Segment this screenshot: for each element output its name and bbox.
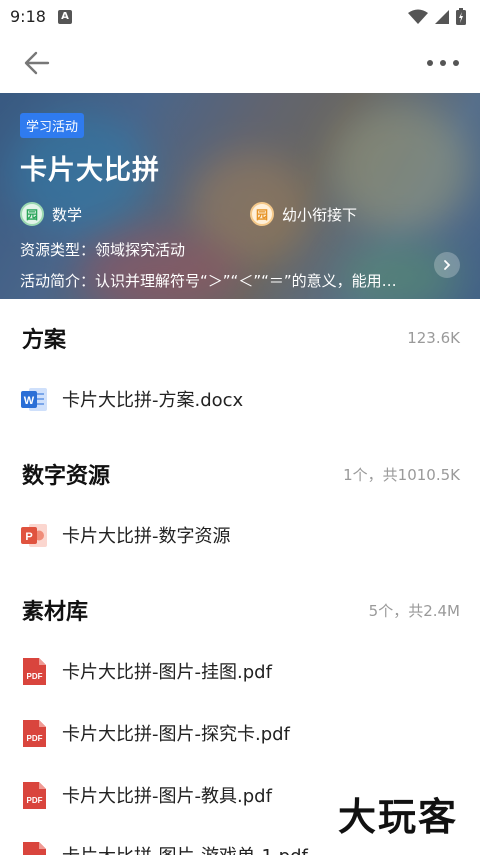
arrow-left-icon (24, 51, 50, 75)
resource-type: 资源类型：领域探究活动 (20, 241, 186, 259)
status-time: 9:18 (10, 7, 46, 26)
svg-text:PDF: PDF (27, 672, 43, 681)
file-name: 卡片大比拼-方案.docx (62, 390, 244, 411)
expand-intro-button[interactable] (434, 252, 460, 278)
pdf-icon: PDF (20, 657, 49, 686)
file-name: 卡片大比拼-图片-挂图.pdf (62, 662, 272, 683)
pdf-icon: PDF (20, 781, 49, 810)
notification-icon: A (57, 9, 72, 24)
section-size: 123.6K (407, 329, 460, 347)
file-name: 卡片大比拼-图片-探究卡.pdf (62, 724, 290, 745)
status-bar: 9:18 A (0, 0, 480, 33)
section-title: 数字资源 (22, 464, 111, 489)
ppt-icon: P (20, 521, 49, 550)
file-row[interactable]: PDF 卡片大比拼-图片-探究卡.pdf (20, 713, 460, 753)
stage-label: 幼小衔接下 (282, 205, 358, 224)
section-digital-header: 数字资源 1个，共1010.5K (22, 457, 460, 491)
more-menu-button[interactable] (426, 46, 460, 80)
svg-text:PDF: PDF (27, 796, 43, 805)
file-name: 卡片大比拼-图片-教具.pdf (62, 786, 272, 807)
subject-icon: 园 (20, 202, 44, 226)
section-title: 素材库 (22, 600, 89, 625)
stage-icon: 园 (250, 202, 274, 226)
section-title: 方案 (22, 328, 67, 353)
activity-banner: 学习活动 卡片大比拼 园 数学 园 幼小衔接下 资源类型：领域探究活动 活动简介… (0, 93, 480, 299)
activity-title: 卡片大比拼 (20, 155, 160, 186)
section-size: 1个，共1010.5K (343, 465, 460, 484)
svg-text:PDF: PDF (27, 734, 43, 743)
chevron-right-icon (444, 260, 451, 270)
watermark-logo: 大玩客 (337, 794, 458, 839)
meta-row: 园 数学 园 幼小衔接下 (20, 201, 460, 227)
subject-label: 数学 (52, 205, 83, 224)
file-name: 卡片大比拼-数字资源 (62, 526, 231, 547)
back-button[interactable] (20, 46, 54, 80)
battery-icon (456, 8, 466, 25)
file-name: 卡片大比拼-图片-游戏单-1.pdf (62, 842, 308, 855)
more-dots-icon (427, 60, 459, 66)
file-row[interactable]: PDF 卡片大比拼-图片-挂图.pdf (20, 651, 460, 691)
signal-icon (435, 9, 449, 24)
stage-meta: 园 幼小衔接下 (250, 202, 357, 226)
banner-content: 学习活动 卡片大比拼 园 数学 园 幼小衔接下 资源类型：领域探究活动 活动简介… (0, 93, 480, 299)
pdf-icon: PDF (20, 719, 49, 748)
category-tag: 学习活动 (20, 113, 85, 138)
section-materials-header: 素材库 5个，共2.4M (22, 593, 460, 627)
subject-meta: 园 数学 (20, 202, 82, 226)
pdf-icon: PDF (20, 841, 49, 855)
svg-text:W: W (24, 395, 35, 407)
word-icon: W (20, 385, 49, 414)
app-bar (0, 33, 480, 93)
wifi-icon (408, 9, 428, 24)
section-plan-header: 方案 123.6K (22, 321, 460, 355)
file-row[interactable]: W 卡片大比拼-方案.docx (20, 379, 460, 419)
activity-intro: 活动简介：认识并理解符号“＞”“＜”“＝”的意义，能用… (20, 272, 397, 290)
section-size: 5个，共2.4M (368, 601, 460, 620)
file-row[interactable]: P 卡片大比拼-数字资源 (20, 515, 460, 555)
svg-text:P: P (25, 531, 32, 543)
